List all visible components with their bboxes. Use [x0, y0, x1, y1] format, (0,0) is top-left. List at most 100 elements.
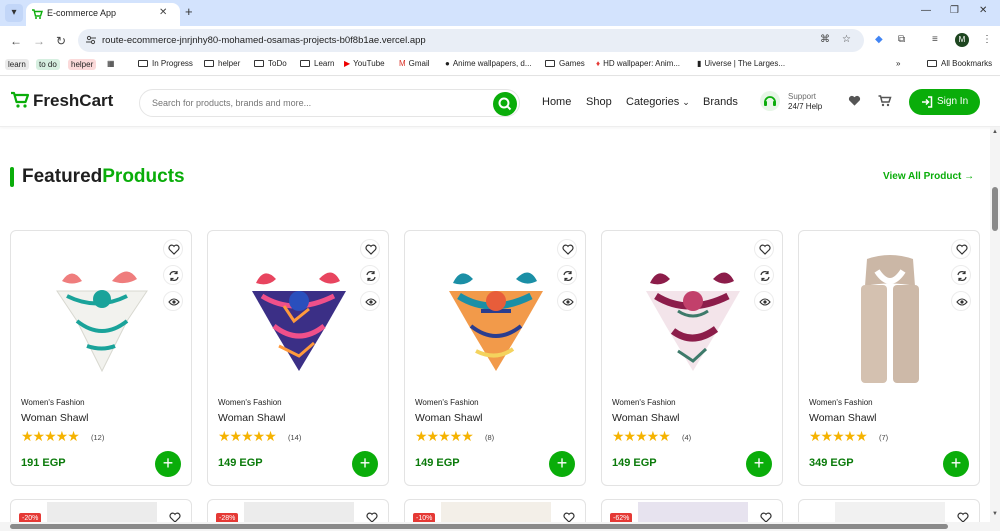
- product-card[interactable]: Women's Fashion Woman Shawl ★★★★★ (12) 1…: [10, 230, 192, 486]
- reload-icon[interactable]: ↻: [56, 34, 66, 48]
- bookmark-chip-learn[interactable]: learn: [5, 59, 29, 70]
- nav-home[interactable]: Home: [542, 96, 571, 108]
- compare-button[interactable]: [163, 265, 183, 285]
- add-to-cart-button[interactable]: +: [746, 451, 772, 477]
- bookmark-todo[interactable]: ToDo: [254, 59, 287, 68]
- cart-icon[interactable]: [878, 95, 892, 107]
- product-card[interactable]: Women's Fashion Woman Shawl ★★★★★ (14) 1…: [207, 230, 389, 486]
- refresh-icon: [563, 271, 573, 281]
- product-category: Women's Fashion: [21, 398, 85, 407]
- folder-icon: [204, 60, 214, 67]
- heart-icon: [759, 244, 771, 255]
- bookmark-games[interactable]: Games: [545, 59, 585, 68]
- media-control-icon[interactable]: ≡: [932, 34, 938, 45]
- bookmark-learn[interactable]: Learn: [300, 59, 334, 68]
- url-text[interactable]: route-ecommerce-jnrjnhy80-mohamed-osamas…: [102, 35, 426, 46]
- product-name[interactable]: Woman Shawl: [809, 412, 877, 424]
- wishlist-button[interactable]: [754, 239, 774, 259]
- forward-icon[interactable]: →: [33, 34, 45, 48]
- bookmark-helper[interactable]: helper: [204, 59, 240, 68]
- folder-icon: [545, 60, 555, 67]
- wishlist-button[interactable]: [163, 239, 183, 259]
- quick-view-button[interactable]: [163, 291, 183, 311]
- add-to-cart-button[interactable]: +: [549, 451, 575, 477]
- horizontal-scroll-thumb[interactable]: [10, 524, 948, 529]
- apps-grid-icon[interactable]: ▦: [107, 59, 115, 68]
- nav-categories[interactable]: Categories ⌄: [626, 96, 690, 108]
- sign-in-button[interactable]: Sign In: [909, 89, 980, 115]
- scroll-down-icon[interactable]: ▼: [992, 511, 998, 517]
- brand-logo[interactable]: FreshCart: [10, 91, 113, 111]
- product-card[interactable]: Women's Fashion Woman Shawl ★★★★★ (8) 14…: [404, 230, 586, 486]
- minimize-icon[interactable]: —: [921, 5, 931, 16]
- quick-view-button[interactable]: [951, 291, 971, 311]
- horizontal-scrollbar[interactable]: [0, 522, 1000, 531]
- product-card[interactable]: Women's Fashion Woman Shawl ★★★★★ (7) 34…: [798, 230, 980, 486]
- site-navbar: FreshCart Home Shop Categories ⌄ Brands …: [0, 77, 1000, 127]
- browser-tab[interactable]: E-commerce App ✕: [26, 3, 180, 26]
- window-close-icon[interactable]: ✕: [979, 5, 987, 16]
- review-count: (8): [485, 433, 495, 442]
- profile-avatar[interactable]: M: [955, 33, 969, 47]
- product-price: 149 EGP: [612, 457, 657, 469]
- bookmark-anime-wallpapers[interactable]: ● Anime wallpapers, d...: [445, 59, 532, 68]
- tab-close-icon[interactable]: ✕: [159, 7, 167, 18]
- browser-menu-icon[interactable]: ⋮: [982, 34, 992, 45]
- cart-logo-icon: [11, 91, 30, 108]
- quick-view-button[interactable]: [754, 291, 774, 311]
- translate-extension-icon[interactable]: ◆: [875, 34, 883, 45]
- search-button[interactable]: [493, 92, 517, 116]
- bookmark-chip-todo[interactable]: to do: [36, 59, 60, 70]
- translate-icon[interactable]: ⌘: [820, 34, 830, 45]
- add-to-cart-button[interactable]: +: [943, 451, 969, 477]
- vertical-scrollbar[interactable]: ▲ ▼: [990, 127, 1000, 522]
- bookmark-uiverse[interactable]: ▮ Uiverse | The Larges...: [697, 59, 785, 68]
- bookmark-star-icon[interactable]: ☆: [842, 34, 851, 45]
- all-bookmarks[interactable]: All Bookmarks: [927, 59, 992, 68]
- compare-button[interactable]: [951, 265, 971, 285]
- browser-tab-bar: ▾ E-commerce App ✕ + — ❐ ✕: [0, 0, 1000, 26]
- scroll-up-icon[interactable]: ▲: [992, 129, 998, 135]
- eye-icon: [956, 298, 968, 306]
- youtube-icon: ▶: [344, 59, 351, 68]
- product-name[interactable]: Woman Shawl: [218, 412, 286, 424]
- support-hours: 24/7 Help: [788, 102, 823, 111]
- product-name[interactable]: Woman Shawl: [21, 412, 89, 424]
- heart-icon: [168, 244, 180, 255]
- add-to-cart-button[interactable]: +: [155, 451, 181, 477]
- url-box[interactable]: route-ecommerce-jnrjnhy80-mohamed-osamas…: [78, 29, 864, 52]
- more-bookmarks-icon[interactable]: »: [896, 59, 900, 68]
- eye-icon: [365, 298, 377, 306]
- bookmark-gmail[interactable]: M Gmail: [399, 59, 430, 68]
- bookmark-in-progress[interactable]: In Progress: [138, 59, 193, 68]
- chevron-down-icon: ⌄: [682, 97, 690, 107]
- extensions-icon[interactable]: ⧉: [898, 34, 905, 45]
- wishlist-button[interactable]: [360, 239, 380, 259]
- view-all-products-link[interactable]: View All Product →: [883, 171, 974, 182]
- bookmark-chip-helper[interactable]: helper: [68, 59, 97, 70]
- compare-button[interactable]: [754, 265, 774, 285]
- product-name[interactable]: Woman Shawl: [415, 412, 483, 424]
- search-input[interactable]: [152, 98, 472, 108]
- bookmark-youtube[interactable]: ▶ YouTube: [344, 59, 385, 68]
- wishlist-button[interactable]: [951, 239, 971, 259]
- quick-view-button[interactable]: [557, 291, 577, 311]
- heart-icon[interactable]: [848, 95, 861, 107]
- nav-brands[interactable]: Brands: [703, 96, 738, 108]
- add-to-cart-button[interactable]: +: [352, 451, 378, 477]
- nav-shop[interactable]: Shop: [586, 96, 612, 108]
- compare-button[interactable]: [557, 265, 577, 285]
- new-tab-button[interactable]: +: [185, 4, 193, 19]
- back-icon[interactable]: ←: [10, 34, 22, 48]
- compare-button[interactable]: [360, 265, 380, 285]
- wishlist-button[interactable]: [557, 239, 577, 259]
- bookmark-hd-wallpaper[interactable]: ♦ HD wallpaper: Anim...: [596, 59, 680, 68]
- quick-view-button[interactable]: [360, 291, 380, 311]
- tab-search-icon[interactable]: ▾: [5, 4, 23, 22]
- site-info-icon[interactable]: [86, 35, 96, 45]
- product-card[interactable]: Women's Fashion Woman Shawl ★★★★★ (4) 14…: [601, 230, 783, 486]
- review-count: (14): [288, 433, 302, 442]
- vertical-scroll-thumb[interactable]: [992, 187, 998, 231]
- product-name[interactable]: Woman Shawl: [612, 412, 680, 424]
- restore-icon[interactable]: ❐: [950, 5, 959, 16]
